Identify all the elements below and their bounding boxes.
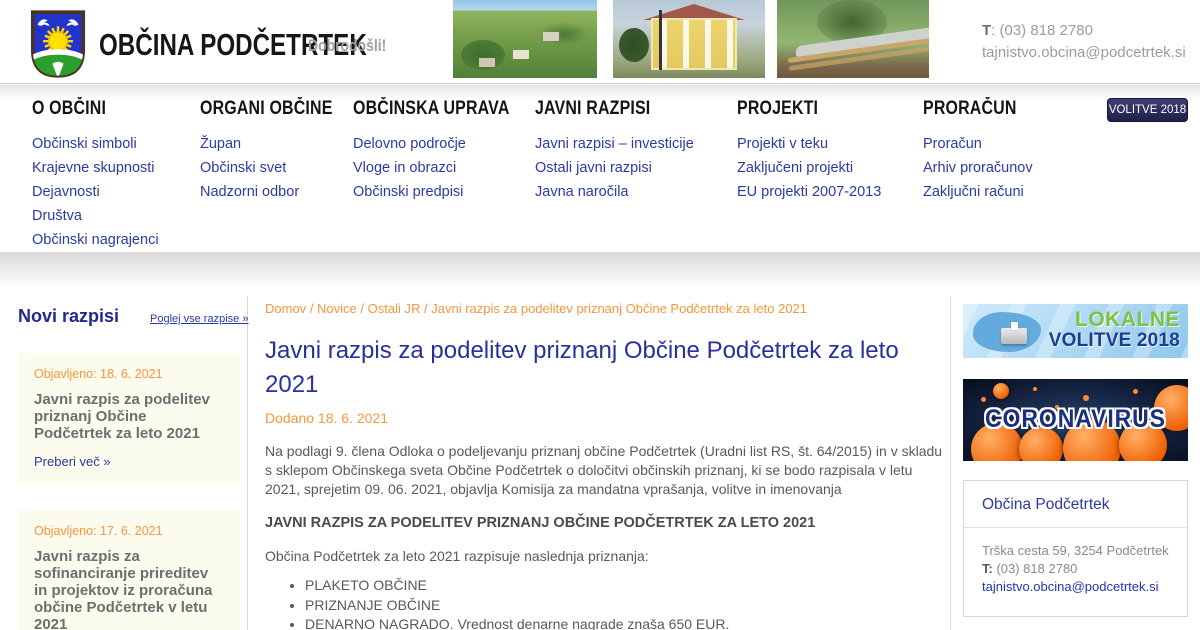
header-contact: T: (03) 818 2780 tajnistvo.obcina@podcet…	[982, 20, 1186, 64]
nav-heading[interactable]: PROJEKTI	[737, 98, 858, 120]
article-paragraph: Na podlagi 9. člena Odloka o podeljevanj…	[265, 443, 943, 497]
nav-item-drustva[interactable]: Društva	[32, 204, 159, 228]
contact-box: Občina Podčetrtek Trška cesta 59, 3254 P…	[963, 480, 1188, 617]
breadcrumb-separator: /	[360, 301, 368, 316]
nav-item-zupan[interactable]: Župan	[200, 132, 358, 156]
header-email[interactable]: tajnistvo.obcina@podcetrtek.si	[982, 42, 1186, 64]
header-photo-town-hall	[613, 0, 765, 78]
news-date: Objavljeno: 17. 6. 2021	[34, 524, 163, 538]
news-card[interactable]: Objavljeno: 17. 6. 2021 Javni razpis za …	[18, 510, 240, 630]
phone-label: T	[982, 22, 992, 39]
header-photo-path	[777, 0, 929, 78]
nav-heading[interactable]: JAVNI RAZPISI	[535, 98, 668, 120]
phone-number: : (03) 818 2780	[991, 22, 1093, 39]
breadcrumb-home[interactable]: Domov	[265, 301, 306, 316]
new-tenders-title: Novi razpisi	[18, 306, 120, 326]
contact-phone-number: (03) 818 2780	[992, 561, 1078, 576]
nav-column-javni-razpisi: JAVNI RAZPISI Javni razpisi – investicij…	[535, 98, 694, 204]
nav-item-delovno-podrocje[interactable]: Delovno področje	[353, 132, 539, 156]
list-item: PRIZNANJE OBČINE	[305, 596, 945, 616]
header-divider	[0, 85, 1200, 99]
article-subheading: JAVNI RAZPIS ZA PODELITEV PRIZNANJ OBČIN…	[265, 515, 816, 531]
nav-item-obcinski-svet[interactable]: Občinski svet	[200, 156, 358, 180]
ballot-box-icon	[1001, 322, 1027, 344]
nav-column-organi-obcine: ORGANI OBČINE Župan Občinski svet Nadzor…	[200, 98, 358, 204]
coat-of-arms-icon	[30, 10, 86, 78]
nav-item-javna-narocila[interactable]: Javna naročila	[535, 180, 694, 204]
nav-item-obcinski-simboli[interactable]: Občinski simboli	[32, 132, 159, 156]
news-date: Objavljeno: 18. 6. 2021	[34, 367, 163, 381]
contact-phone-label: T:	[982, 561, 993, 576]
nav-column-obcinska-uprava: OBČINSKA UPRAVA Delovno področje Vloge i…	[353, 98, 539, 204]
slovenia-map-icon	[973, 312, 1041, 352]
nav-item-arhiv-proracunov[interactable]: Arhiv proračunov	[923, 156, 1034, 180]
nav-item-obcinski-nagrajenci[interactable]: Občinski nagrajenci	[32, 228, 159, 252]
header: OBČINA PODČETRTEK Dobrodošli! T: (03) 81…	[0, 0, 1200, 84]
banner-line1: LOKALNE	[1075, 308, 1180, 331]
contact-phone: T: (03) 818 2780	[982, 560, 1169, 578]
contact-email-link[interactable]: tajnistvo.obcina@podcetrtek.si	[982, 578, 1169, 596]
read-more-link[interactable]: Preberi več »	[34, 454, 224, 469]
breadcrumb-ostali-jr[interactable]: Ostali JR	[368, 301, 421, 316]
left-column-divider	[247, 296, 248, 630]
welcome-text: Dobrodošli!	[308, 36, 387, 55]
breadcrumb-separator: /	[309, 301, 318, 316]
nav-item-zakljucni-racuni[interactable]: Zaključni računi	[923, 180, 1034, 204]
nav-item-zakljuceni-projekti[interactable]: Zaključeni projekti	[737, 156, 881, 180]
nav-column-proracun: PRORAČUN Proračun Arhiv proračunov Zaklj…	[923, 98, 1034, 204]
nav-heading[interactable]: PRORAČUN	[923, 98, 1017, 120]
local-elections-2018-banner[interactable]: LOKALNE VOLITVE 2018	[963, 304, 1188, 358]
contact-box-body: Trška cesta 59, 3254 Podčetrtek T: (03) …	[964, 528, 1187, 610]
nav-column-projekti: PROJEKTI Projekti v teku Zaključeni proj…	[737, 98, 881, 204]
banner-line2: VOLITVE 2018	[1048, 330, 1180, 351]
nav-item-ostali-javni-razpisi[interactable]: Ostali javni razpisi	[535, 156, 694, 180]
nav-item-vloge-in-obrazci[interactable]: Vloge in obrazci	[353, 156, 539, 180]
nav-divider	[0, 252, 1200, 294]
contact-box-title[interactable]: Občina Podčetrtek	[964, 481, 1187, 528]
news-card[interactable]: Objavljeno: 18. 6. 2021 Javni razpis za …	[18, 353, 240, 483]
contact-address: Trška cesta 59, 3254 Podčetrtek	[982, 543, 1169, 558]
header-phone: T: (03) 818 2780	[982, 20, 1186, 42]
nav-item-projekti-v-teku[interactable]: Projekti v teku	[737, 132, 881, 156]
nav-heading[interactable]: OBČINSKA UPRAVA	[353, 98, 510, 120]
nav-item-nadzorni-odbor[interactable]: Nadzorni odbor	[200, 180, 358, 204]
header-photo-hillside	[453, 0, 597, 78]
nav-item-krajevne-skupnosti[interactable]: Krajevne skupnosti	[32, 156, 159, 180]
page: OBČINA PODČETRTEK Dobrodošli! T: (03) 81…	[0, 0, 1200, 630]
volitve-2018-button[interactable]: VOLITVE 2018	[1107, 98, 1188, 122]
article-paragraph: Občina Podčetrtek za leto 2021 razpisuje…	[265, 548, 649, 564]
nav-item-javni-razpisi-investicije[interactable]: Javni razpisi – investicije	[535, 132, 694, 156]
breadcrumb-current: Javni razpis za podelitev priznanj Občin…	[431, 301, 808, 316]
awards-list: PLAKETO OBČINE PRIZNANJE OBČINE DENARNO …	[305, 576, 945, 630]
article-date-added: Dodano 18. 6. 2021	[265, 410, 388, 426]
nav-item-proracun[interactable]: Proračun	[923, 132, 1034, 156]
list-item: DENARNO NAGRADO. Vrednost denarne nagrad…	[305, 615, 945, 630]
news-title: Javni razpis za sofinanciranje priredite…	[34, 548, 213, 630]
article-title: Javni razpis za podelitev priznanj Občin…	[265, 337, 899, 398]
nav-item-eu-projekti[interactable]: EU projekti 2007-2013	[737, 180, 881, 204]
nav-heading[interactable]: O OBČINI	[32, 98, 138, 120]
breadcrumb: Domov / Novice / Ostali JR / Javni razpi…	[265, 301, 955, 316]
nav-item-obcinski-predpisi[interactable]: Občinski predpisi	[353, 180, 539, 204]
coronavirus-banner[interactable]: CORONAVIRUS	[963, 379, 1188, 461]
nav-column-o-obcini: O OBČINI Občinski simboli Krajevne skupn…	[32, 98, 159, 252]
news-title: Javni razpis za podelitev priznanj Občin…	[34, 391, 210, 442]
nav-heading[interactable]: ORGANI OBČINE	[200, 98, 333, 120]
view-all-tenders-link[interactable]: Poglej vse razpise »	[150, 313, 248, 325]
nav-item-dejavnosti[interactable]: Dejavnosti	[32, 180, 159, 204]
right-column-divider	[950, 296, 951, 630]
coronavirus-banner-text: CORONAVIRUS	[985, 405, 1166, 433]
municipality-coat-of-arms-logo[interactable]	[30, 9, 86, 84]
banner-text: LOKALNE VOLITVE 2018	[1049, 309, 1180, 351]
list-item: PLAKETO OBČINE	[305, 576, 945, 596]
breadcrumb-novice[interactable]: Novice	[317, 301, 357, 316]
